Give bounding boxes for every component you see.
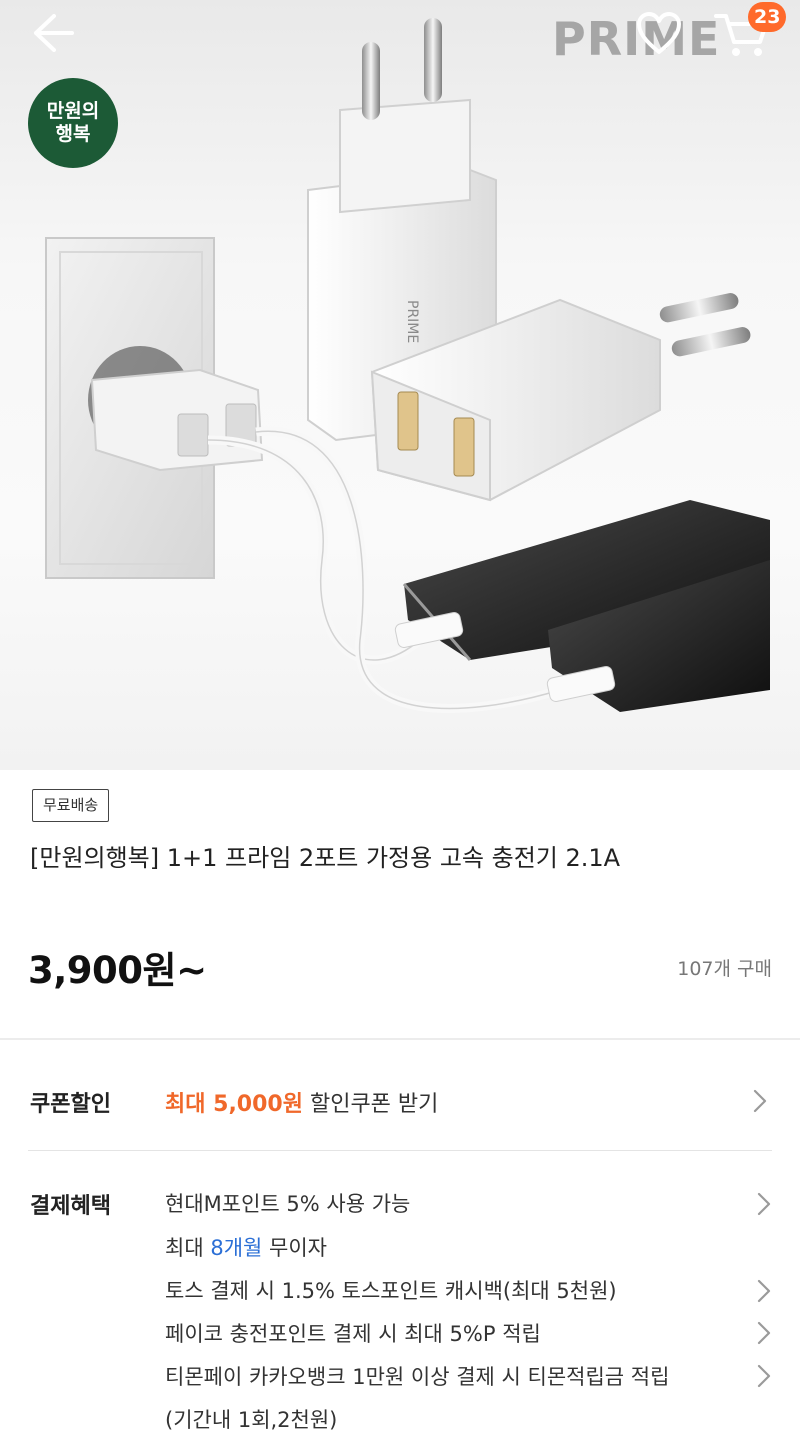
coupon-label: 쿠폰할인 bbox=[30, 1092, 111, 1117]
store-badge: 만원의 행복 bbox=[28, 78, 118, 168]
benefit-payco[interactable]: 페이코 충전포인트 결제 시 최대 5%P 적립 bbox=[165, 1318, 541, 1348]
benefit-tmonpay-note: (기간내 1회,2천원) bbox=[165, 1408, 338, 1432]
payment-benefit-label: 결제혜택 bbox=[30, 1194, 111, 1219]
purchase-count: 107개 구매 bbox=[677, 958, 772, 980]
product-price: 3,900원~ bbox=[28, 949, 207, 992]
benefit-installment: 최대 8개월 무이자 bbox=[165, 1232, 327, 1262]
benefit-hyundai[interactable]: 현대M포인트 5% 사용 가능 bbox=[165, 1188, 410, 1218]
coupon-text: 최대 5,000원 할인쿠폰 받기 bbox=[165, 1086, 438, 1118]
chevron-right-icon bbox=[753, 1089, 767, 1113]
back-button[interactable] bbox=[28, 10, 80, 56]
free-shipping-tag: 무료배송 bbox=[32, 789, 110, 822]
section-divider bbox=[0, 1038, 800, 1040]
product-title: [만원의행복] 1+1 프라임 2포트 가정용 고속 충전기 2.1A bbox=[30, 844, 621, 872]
product-image: PRIME 만원의 행복 bbox=[0, 0, 800, 770]
benefit-installment-post: 무이자 bbox=[262, 1236, 327, 1260]
coupon-row[interactable]: 쿠폰할인 최대 5,000원 할인쿠폰 받기 bbox=[0, 1062, 800, 1138]
chevron-right-icon[interactable] bbox=[756, 1363, 772, 1389]
chevron-right-icon[interactable] bbox=[756, 1191, 772, 1217]
benefit-tmonpay[interactable]: 티몬페이 카카오뱅크 1만원 이상 결제 시 티몬적립금 적립 bbox=[165, 1361, 669, 1391]
benefit-installment-months: 8개월 bbox=[210, 1236, 263, 1260]
chevron-right-icon[interactable] bbox=[756, 1278, 772, 1304]
coupon-rest: 할인쿠폰 받기 bbox=[302, 1092, 439, 1117]
charger-illustration: PRIME bbox=[45, 18, 770, 713]
coupon-highlight: 최대 5,000원 bbox=[165, 1092, 303, 1117]
charger-brand-text: PRIME bbox=[404, 300, 420, 343]
benefit-installment-pre: 최대 bbox=[165, 1236, 211, 1260]
store-badge-line2: 행복 bbox=[55, 123, 91, 145]
cart-count-badge: 23 bbox=[748, 2, 787, 32]
heart-icon[interactable] bbox=[636, 12, 682, 56]
back-arrow-icon bbox=[34, 14, 74, 52]
row-divider bbox=[28, 1150, 772, 1151]
chevron-right-icon[interactable] bbox=[756, 1320, 772, 1346]
store-badge-line1: 만원의 bbox=[46, 100, 100, 122]
benefit-toss[interactable]: 토스 결제 시 1.5% 토스포인트 캐시백(최대 5천원) bbox=[165, 1275, 617, 1305]
